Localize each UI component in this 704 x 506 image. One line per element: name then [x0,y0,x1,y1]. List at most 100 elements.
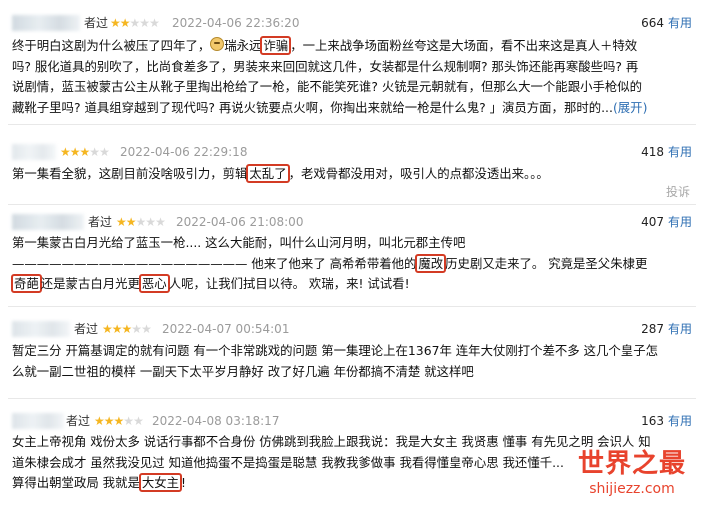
star-filled-icon: ★ [94,414,105,428]
review-text: 终于明白这剧为什么被压了四年了， [12,38,211,53]
review-text: ! [181,475,186,490]
review-text: 第一集蒙古白月光给了蓝玉一枪.... 这么大能耐，叫什么山河月明，叫北元郡主传吧 [12,235,466,250]
useful-count: 407 [641,215,664,229]
divider [8,204,696,205]
rating-stars: ★★★★★ [60,142,110,162]
star-empty-icon: ★ [131,322,142,336]
review-text: 历史剧又走来了。 究竟是圣父朱棣更 [445,255,648,271]
star-filled-icon: ★ [113,414,125,428]
star-filled-icon: ★ [125,215,137,229]
blurred-username [12,144,56,160]
useful-count: 287 [641,322,664,336]
blurred-username [12,413,64,429]
review-text: 吗? 服化道具的别吹了，比尚食差多了，男装来来回回就这几件，女装都是什么规制啊?… [12,58,639,74]
expand-link[interactable]: (展开) [613,100,647,115]
watermark: 世界之最 shijiezz.com [572,448,692,504]
useful-button[interactable]: 有用 [668,212,692,232]
rating-stars: ★★★★★ [110,13,160,33]
review-content: 第一集蒙古白月光给了蓝玉一枪.... 这么大能耐，叫什么山河月明，叫北元郡主传吧… [11,233,692,295]
review-content: 暂定三分 开篇基调定的就有问题 有一个非常跳戏的问题 第一集理论上在1367年 … [12,341,692,382]
useful-count: 664 [641,16,664,30]
highlighted-keyword: 奇葩 [11,274,42,293]
timestamp: 2022-04-07 00:54:01 [162,322,290,336]
review-text: 道朱棣会成才 虽然我没见过 知道他捣蛋不是捣蛋是聪慧 我教我爹做事 我看得懂皇帝… [12,454,564,470]
watermark-url: shijiezz.com [589,481,675,497]
review-text: ——————————————————— 他来了他来了 高希希带着他的 [12,255,417,271]
review-meta: 者过 ★★★★★ 2022-04-08 03:18:17 163 有用 [12,411,692,431]
star-filled-icon: ★ [110,16,121,30]
review-text: 么就一副二世祖的模样 一副天下太平岁月静好 改了好几遍 年份都搞不清楚 就这样吧 [12,363,474,379]
review-text: 第一集看全貌，这剧目前没啥吸引力，剪辑 [12,166,248,181]
divider [8,124,696,125]
review-line: 么就一副二世祖的模样 一副天下太平岁月静好 改了好几遍 年份都搞不清楚 就这样吧 [12,362,692,383]
review-text: 人呢，让我们拭目以待。 欢瑞，来! 试试看! [168,276,410,291]
review-text: 瑞永远 [224,38,262,53]
highlighted-keyword: 太乱了 [246,164,290,183]
star-empty-icon: ★ [133,414,144,428]
review-line: 吗? 服化道具的别吹了，比尚食差多了，男装来来回回就这几件，女装都是什么规制啊?… [12,57,692,78]
timestamp: 2022-04-06 22:36:20 [172,16,300,30]
username[interactable]: 者过 [74,319,98,339]
timestamp: 2022-04-06 21:08:00 [176,215,304,229]
review-line: 第一集蒙古白月光给了蓝玉一枪.... 这么大能耐，叫什么山河月明，叫北元郡主传吧 [12,233,692,254]
review-line: 藏靴子里吗? 道具组穿越到了现代吗? 再说火铳要点火啊，你掏出来就给一枪是什么鬼… [12,98,692,119]
useful-count: 163 [641,414,664,428]
review-meta: 者过 ★★★★★ 2022-04-06 22:36:20 664 有用 [12,13,692,33]
useful-button[interactable]: 有用 [668,411,692,431]
review-line: 奇葩 还是蒙古白月光更 恶心 人呢，让我们拭目以待。 欢瑞，来! 试试看! [11,274,692,295]
blurred-username [12,15,80,31]
review-meta: 者过 ★★★★★ 2022-04-06 21:08:00 407 有用 [12,212,692,232]
rating-stars: ★★★★★ [102,319,152,339]
star-filled-icon: ★ [116,215,127,229]
star-empty-icon: ★ [123,414,134,428]
timestamp: 2022-04-08 03:18:17 [152,414,280,428]
star-empty-icon: ★ [99,145,110,159]
review-meta: 者过 ★★★★★ 2022-04-07 00:54:01 287 有用 [12,319,692,339]
review-line: 第一集看全貌，这剧目前没啥吸引力，剪辑 太乱了 ，老戏骨都没用对，吸引人的点都没透出… [12,164,692,185]
watermark-title: 世界之最 [577,449,686,479]
star-filled-icon: ★ [69,145,81,159]
star-filled-icon: ★ [79,145,91,159]
star-empty-icon: ★ [145,215,156,229]
highlighted-keyword: 恶心 [138,274,170,293]
review-text: 女主上帝视角 戏份太多 说话行事都不合身份 仿佛跳到我脸上跟我说：我是大女主 我… [12,434,651,449]
divider [8,398,696,399]
rating-stars: ★★★★★ [116,212,166,232]
highlighted-keyword: 大女主 [138,473,183,492]
star-filled-icon: ★ [119,16,131,30]
star-empty-icon: ★ [135,215,147,229]
divider [8,306,696,307]
star-empty-icon: ★ [155,215,166,229]
highlighted-keyword: 诈骗 [260,36,292,55]
useful-button[interactable]: 有用 [668,319,692,339]
review-content: 终于明白这剧为什么被压了四年了， 瑞永远 诈骗 ，一上来战争场面粉丝夸这是大场面，看不… [12,36,692,118]
star-empty-icon: ★ [141,322,152,336]
username[interactable]: 者过 [66,411,90,431]
star-filled-icon: ★ [121,322,133,336]
username[interactable]: 者过 [88,212,112,232]
report-link[interactable]: 投诉 [666,183,690,200]
blurred-username [12,321,70,337]
useful-button[interactable]: 有用 [668,13,692,33]
useful-button[interactable]: 有用 [668,142,692,162]
star-filled-icon: ★ [103,414,115,428]
star-empty-icon: ★ [129,16,141,30]
username[interactable]: 者过 [84,13,108,33]
useful-count: 418 [641,145,664,159]
star-empty-icon: ★ [89,145,100,159]
review-line: 暂定三分 开篇基调定的就有问题 有一个非常跳戏的问题 第一集理论上在1367年 … [12,341,692,362]
rating-stars: ★★★★★ [94,411,144,431]
review-text: ，一上来战争场面粉丝夸这是大场面，看不出来这是真人＋特效 [290,38,638,53]
blurred-username [12,214,84,230]
timestamp: 2022-04-06 22:29:18 [120,145,248,159]
review-line: 终于明白这剧为什么被压了四年了， 瑞永远 诈骗 ，一上来战争场面粉丝夸这是大场面，看不… [12,36,692,57]
review-text: 藏靴子里吗? 道具组穿越到了现代吗? 再说火铳要点火啊，你掏出来就给一枪是什么鬼… [12,99,613,115]
review-line: 说剧情，蓝玉被蒙古公主从靴子里掏出枪给了一枪，能不能笑死谁? 火铳是元朝就有，但… [12,77,692,98]
star-filled-icon: ★ [111,322,123,336]
review-meta: ★★★★★ 2022-04-06 22:29:18 418 有用 [12,142,692,162]
review-text: 说剧情，蓝玉被蒙古公主从靴子里掏出枪给了一枪，能不能笑死谁? 火铳是元朝就有，但… [12,79,643,94]
emoji-icon [210,37,225,51]
highlighted-keyword: 魔改 [415,253,447,273]
star-empty-icon: ★ [149,16,160,30]
star-filled-icon: ★ [102,322,113,336]
